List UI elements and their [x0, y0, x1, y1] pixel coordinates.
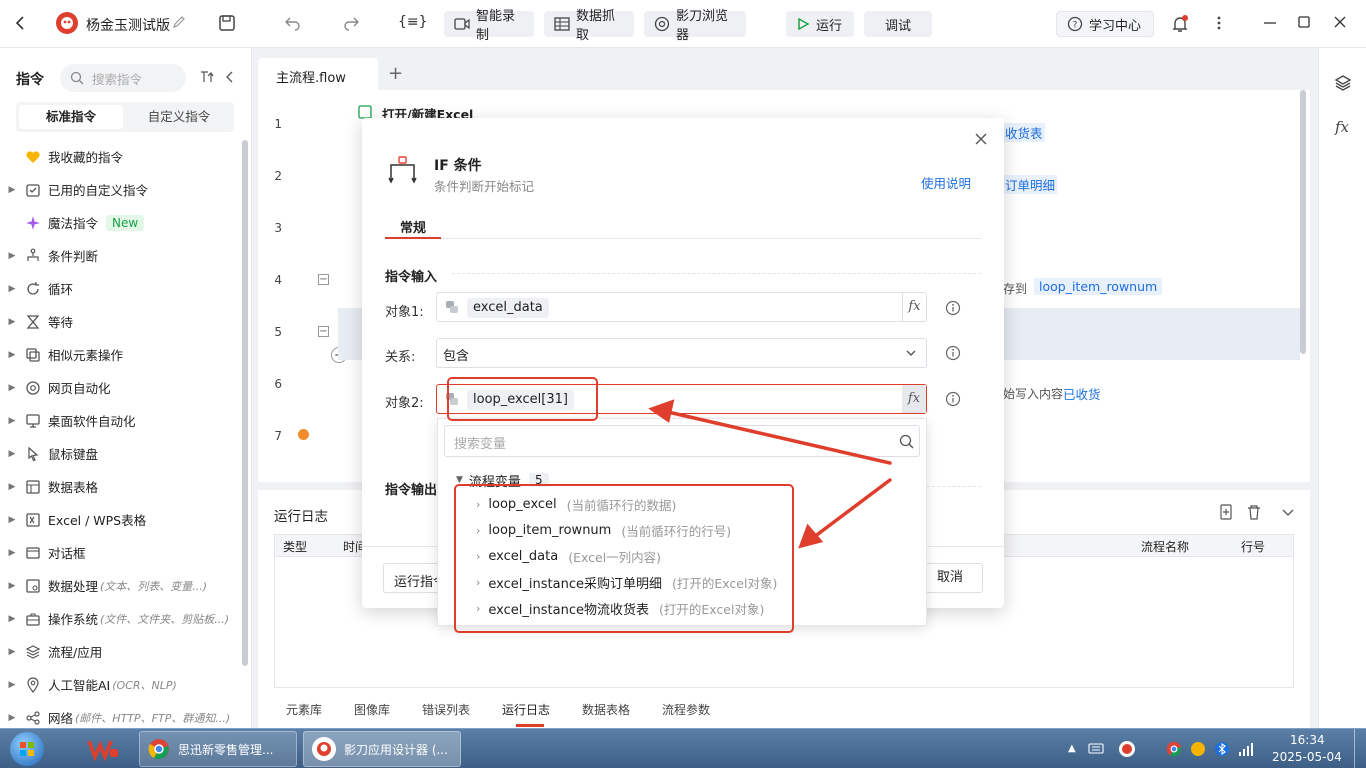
annotation-arrows — [648, 399, 892, 549]
chrome-icon — [148, 738, 170, 760]
taskbar-item-chrome[interactable]: 思迅新零售管理... — [139, 731, 297, 767]
windows-taskbar: 思迅新零售管理... 影刀应用设计器 (... ▲ 16:34 2025-05-… — [0, 728, 1366, 768]
taskbar-item-label: 思迅新零售管理... — [178, 742, 274, 757]
show-desktop-button[interactable] — [1354, 729, 1366, 768]
tray-chrome-icon[interactable] — [1166, 741, 1182, 757]
wps-icon[interactable] — [86, 737, 120, 761]
clock-time: 16:34 — [1290, 733, 1325, 747]
taskbar-item-yingdao[interactable]: 影刀应用设计器 (... — [303, 731, 461, 767]
clock-date: 2025-05-04 — [1272, 750, 1342, 764]
yingdao-icon — [312, 737, 336, 761]
network-signal-icon[interactable] — [1238, 741, 1254, 757]
taskbar-item-label: 影刀应用设计器 (... — [344, 742, 448, 757]
tray-expand-icon[interactable]: ▲ — [1068, 743, 1076, 754]
keyboard-icon[interactable] — [1088, 741, 1104, 755]
tray-bluetooth-icon[interactable] — [1214, 741, 1230, 757]
start-button-icon[interactable] — [10, 732, 44, 766]
tray-yingdao-icon[interactable] — [1118, 740, 1136, 758]
tray-app-icon[interactable] — [1190, 741, 1206, 757]
